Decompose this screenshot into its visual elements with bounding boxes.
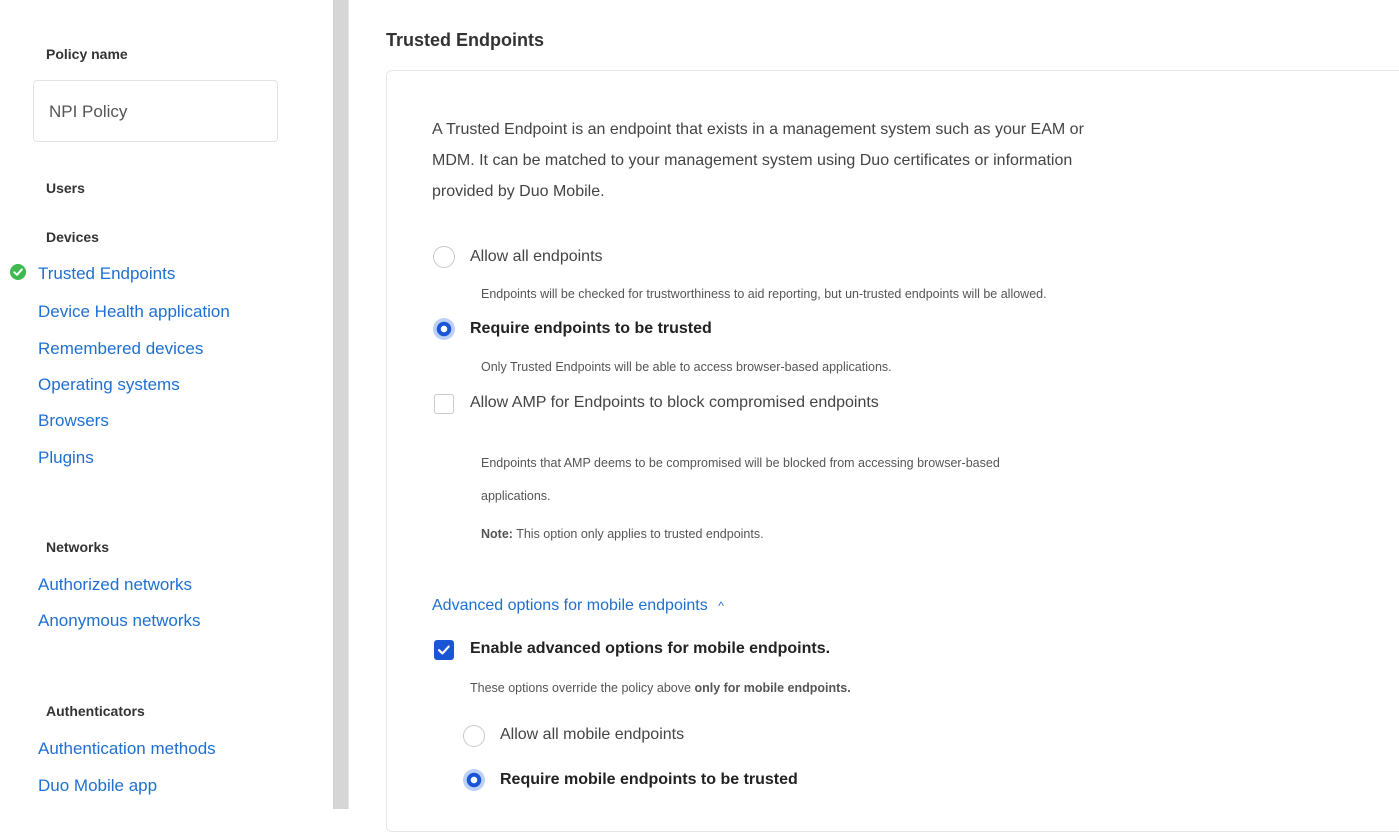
note-text: This option only applies to trusted endp… xyxy=(512,527,764,541)
networks-heading: Networks xyxy=(46,539,110,555)
users-heading: Users xyxy=(46,180,85,196)
advanced-options-toggle[interactable]: Advanced options for mobile endpoints ^ xyxy=(432,597,724,615)
require-mobile-trusted-radio[interactable] xyxy=(463,769,485,791)
require-trusted-endpoints-help: Only Trusted Endpoints will be able to a… xyxy=(481,360,892,374)
authenticators-heading: Authenticators xyxy=(46,703,145,719)
allow-all-endpoints-help: Endpoints will be checked for trustworth… xyxy=(481,287,1047,301)
amp-note: Note: This option only applies to truste… xyxy=(481,527,764,541)
sidebar-item-trusted-endpoints[interactable]: Trusted Endpoints xyxy=(38,264,175,284)
allow-all-mobile-label[interactable]: Allow all mobile endpoints xyxy=(500,726,684,744)
description-line: provided by Duo Mobile. xyxy=(432,183,605,200)
policy-sidebar: Policy name NPI Policy Users Devices Tru… xyxy=(0,0,335,809)
sidebar-item-authorized-networks[interactable]: Authorized networks xyxy=(38,575,192,595)
sidebar-item-plugins[interactable]: Plugins xyxy=(38,448,94,468)
sidebar-item-browsers[interactable]: Browsers xyxy=(38,411,109,431)
amp-block-label[interactable]: Allow AMP for Endpoints to block comprom… xyxy=(470,394,879,412)
require-trusted-endpoints-radio[interactable] xyxy=(433,318,455,340)
enable-advanced-help: These options override the policy above … xyxy=(470,681,851,695)
require-mobile-trusted-label[interactable]: Require mobile endpoints to be trusted xyxy=(500,771,798,789)
amp-help-line: applications. xyxy=(481,489,551,503)
sidebar-item-remembered-devices[interactable]: Remembered devices xyxy=(38,339,203,359)
sidebar-divider xyxy=(333,0,349,809)
sidebar-item-anonymous-networks[interactable]: Anonymous networks xyxy=(38,611,201,631)
enable-advanced-checkbox[interactable] xyxy=(434,640,454,660)
section-description: A Trusted Endpoint is an endpoint that e… xyxy=(432,114,1362,207)
advanced-options-label: Advanced options for mobile endpoints xyxy=(432,597,708,614)
note-label: Note: xyxy=(481,527,513,541)
enable-help-bold: only for mobile endpoints. xyxy=(694,681,851,695)
policy-name-heading: Policy name xyxy=(46,46,128,62)
check-circle-icon xyxy=(10,264,26,280)
chevron-up-icon: ^ xyxy=(718,599,724,613)
enable-help-text: These options override the policy above xyxy=(470,681,695,695)
allow-all-mobile-radio[interactable] xyxy=(463,725,485,747)
sidebar-item-authentication-methods[interactable]: Authentication methods xyxy=(38,739,216,759)
allow-all-endpoints-label[interactable]: Allow all endpoints xyxy=(470,248,603,266)
require-trusted-endpoints-label[interactable]: Require endpoints to be trusted xyxy=(470,320,712,338)
description-line: MDM. It can be matched to your managemen… xyxy=(432,152,1073,169)
sidebar-item-device-health-application[interactable]: Device Health application xyxy=(38,302,230,322)
description-line: A Trusted Endpoint is an endpoint that e… xyxy=(432,121,1084,138)
devices-heading: Devices xyxy=(46,229,99,245)
enable-advanced-label[interactable]: Enable advanced options for mobile endpo… xyxy=(470,640,830,658)
page-title: Trusted Endpoints xyxy=(386,30,545,50)
amp-help-line: Endpoints that AMP deems to be compromis… xyxy=(481,456,1000,470)
checkmark-icon xyxy=(437,645,450,655)
sidebar-item-duo-mobile-app[interactable]: Duo Mobile app xyxy=(38,776,157,796)
sidebar-item-operating-systems[interactable]: Operating systems xyxy=(38,375,180,395)
policy-name-field[interactable]: NPI Policy xyxy=(33,80,278,142)
allow-all-endpoints-radio[interactable] xyxy=(433,246,455,268)
amp-block-checkbox[interactable] xyxy=(434,394,454,414)
